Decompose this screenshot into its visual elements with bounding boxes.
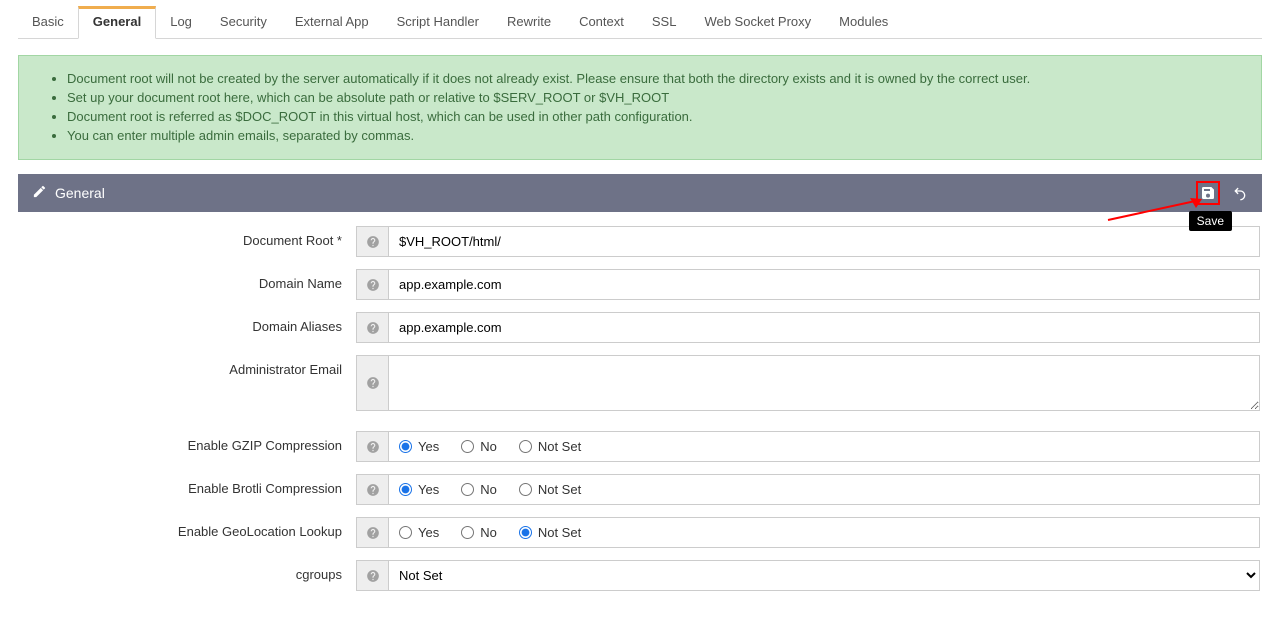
general-panel: General Save Document Root * [18, 174, 1262, 613]
domain-aliases-input[interactable] [389, 313, 1259, 342]
undo-icon [1232, 185, 1248, 201]
brotli-option-no[interactable]: No [461, 482, 497, 497]
save-button[interactable] [1196, 181, 1220, 205]
geo-option-yes[interactable]: Yes [399, 525, 439, 540]
help-icon[interactable] [356, 269, 388, 300]
cgroups-select[interactable]: Not SetOnOff [389, 561, 1259, 590]
info-item: Document root will not be created by the… [67, 70, 1243, 89]
brotli-radio-group: Yes No Not Set [388, 474, 1260, 505]
info-item: Set up your document root here, which ca… [67, 89, 1243, 108]
tab-basic[interactable]: Basic [18, 6, 78, 38]
tabs-nav: BasicGeneralLogSecurityExternal AppScrip… [18, 6, 1262, 39]
back-button[interactable] [1228, 181, 1252, 205]
tab-script-handler[interactable]: Script Handler [383, 6, 493, 38]
edit-icon [32, 184, 47, 202]
gzip-option-no[interactable]: No [461, 439, 497, 454]
domain-name-input[interactable] [389, 270, 1259, 299]
tab-log[interactable]: Log [156, 6, 206, 38]
save-icon [1200, 185, 1216, 201]
tab-ssl[interactable]: SSL [638, 6, 691, 38]
help-icon[interactable] [356, 312, 388, 343]
cgroups-label: cgroups [20, 560, 356, 591]
geolocation-radio-group: Yes No Not Set [388, 517, 1260, 548]
info-item: Document root is referred as $DOC_ROOT i… [67, 108, 1243, 127]
tab-rewrite[interactable]: Rewrite [493, 6, 565, 38]
help-icon[interactable] [356, 226, 388, 257]
help-icon[interactable] [356, 560, 388, 591]
help-icon[interactable] [356, 355, 388, 411]
gzip-option-not-set[interactable]: Not Set [519, 439, 581, 454]
tab-general[interactable]: General [78, 6, 156, 39]
tab-modules[interactable]: Modules [825, 6, 902, 38]
gzip-label: Enable GZIP Compression [20, 431, 356, 462]
info-box: Document root will not be created by the… [18, 55, 1262, 160]
tab-security[interactable]: Security [206, 6, 281, 38]
geo-option-no[interactable]: No [461, 525, 497, 540]
domain-aliases-label: Domain Aliases [20, 312, 356, 343]
domain-name-label: Domain Name [20, 269, 356, 300]
brotli-option-yes[interactable]: Yes [399, 482, 439, 497]
gzip-option-yes[interactable]: Yes [399, 439, 439, 454]
save-tooltip: Save [1189, 211, 1232, 231]
tab-external-app[interactable]: External App [281, 6, 383, 38]
panel-header: General Save [18, 174, 1262, 212]
help-icon[interactable] [356, 517, 388, 548]
gzip-radio-group: Yes No Not Set [388, 431, 1260, 462]
admin-email-label: Administrator Email [20, 355, 356, 411]
tab-web-socket-proxy[interactable]: Web Socket Proxy [690, 6, 825, 38]
brotli-option-not-set[interactable]: Not Set [519, 482, 581, 497]
info-item: You can enter multiple admin emails, sep… [67, 127, 1243, 146]
geo-option-not-set[interactable]: Not Set [519, 525, 581, 540]
brotli-label: Enable Brotli Compression [20, 474, 356, 505]
doc-root-input[interactable] [389, 227, 1259, 256]
geolocation-label: Enable GeoLocation Lookup [20, 517, 356, 548]
tab-context[interactable]: Context [565, 6, 638, 38]
admin-email-input[interactable] [389, 356, 1259, 410]
panel-title: General [55, 185, 105, 201]
help-icon[interactable] [356, 474, 388, 505]
doc-root-label: Document Root * [20, 226, 356, 257]
help-icon[interactable] [356, 431, 388, 462]
